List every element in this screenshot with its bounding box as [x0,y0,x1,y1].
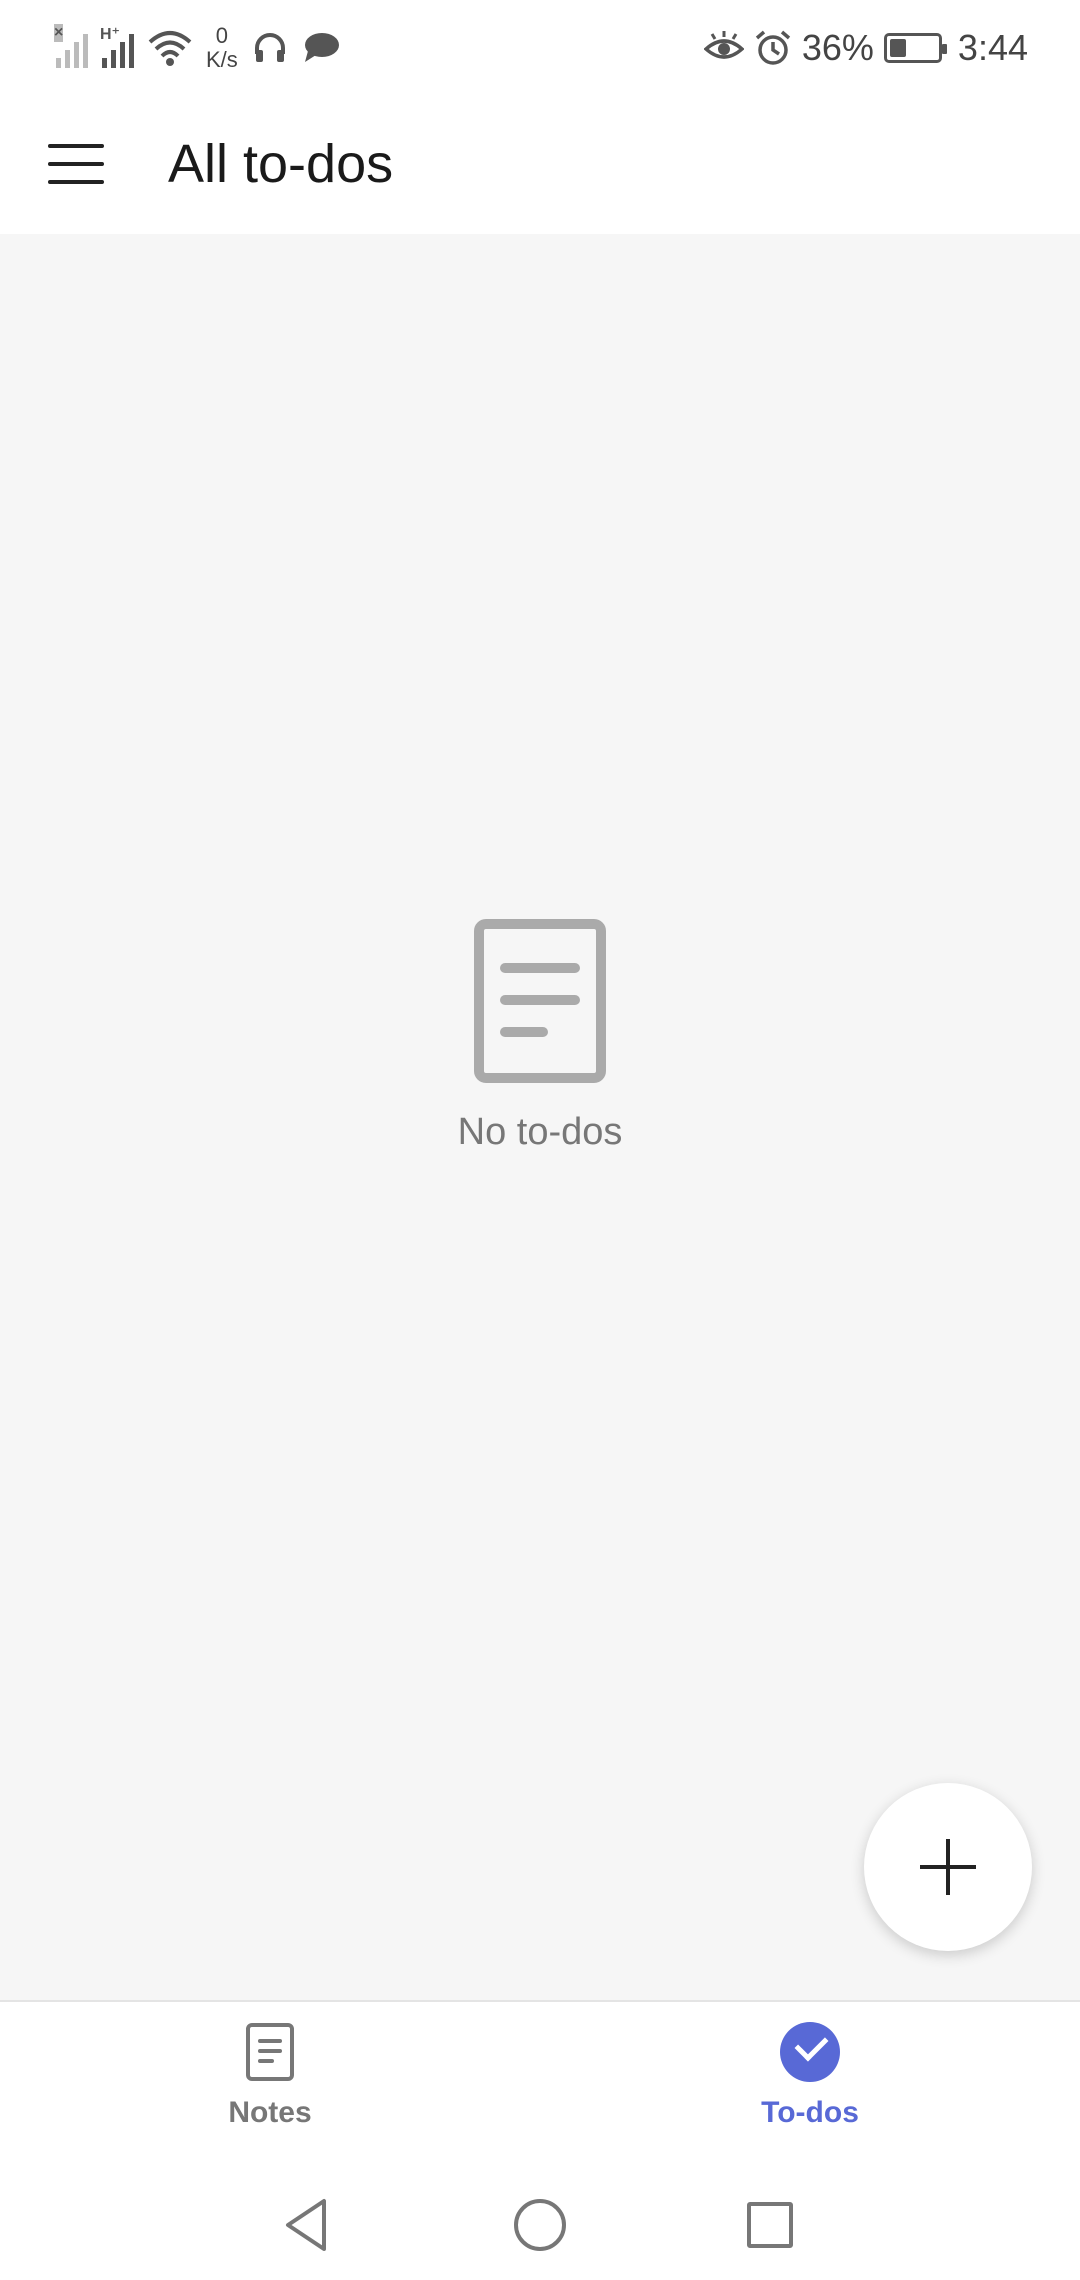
alarm-icon [755,30,790,65]
eye-comfort-icon [703,31,744,59]
battery-icon [883,33,947,63]
system-nav-bar [0,2170,1080,2280]
hamburger-menu-icon[interactable] [48,128,120,200]
tab-notes[interactable]: Notes [120,2022,420,2152]
message-icon [304,33,339,62]
headset-icon [254,33,285,62]
back-icon[interactable] [278,2195,338,2255]
battery-fill [889,39,907,57]
empty-state-text: No to-dos [457,1111,623,1153]
app-bar: All to-dos [0,92,1080,234]
tab-notes-label: Notes [228,2096,312,2129]
net-speed-unit: K/s [206,47,238,72]
recents-icon[interactable] [740,2195,800,2255]
document-icon [474,919,606,1083]
hplus-signal-icon: H⁺ [100,26,134,68]
plus-icon [920,1839,976,1895]
battery-percent: 36% [801,27,874,68]
add-todo-button[interactable] [864,1783,1032,1951]
status-left: × H⁺ 0 K/s [54,18,340,78]
clock: 3:44 [957,27,1028,68]
tab-todos-label: To-dos [761,2096,859,2129]
home-icon[interactable] [510,2195,570,2255]
todo-list-area[interactable]: No to-dos [0,234,1080,2000]
bottom-nav: Notes To-dos [0,2000,1080,2170]
check-circle-icon [780,2022,840,2082]
screen: × H⁺ 0 K/s 36% 3:44 All to-dos No to-dos… [0,0,1080,2280]
net-speed: 0 K/s [206,24,238,72]
status-right: 36% 3:44 [703,18,1028,78]
status-bar: × H⁺ 0 K/s 36% 3:44 [0,0,1080,92]
notes-icon [240,2022,300,2082]
empty-state: No to-dos [0,919,1080,1154]
wifi-icon [148,31,192,66]
tab-todos[interactable]: To-dos [660,2022,960,2152]
net-speed-value: 0 [215,23,229,48]
no-signal-icon: × [54,24,88,68]
page-title: All to-dos [168,134,394,194]
